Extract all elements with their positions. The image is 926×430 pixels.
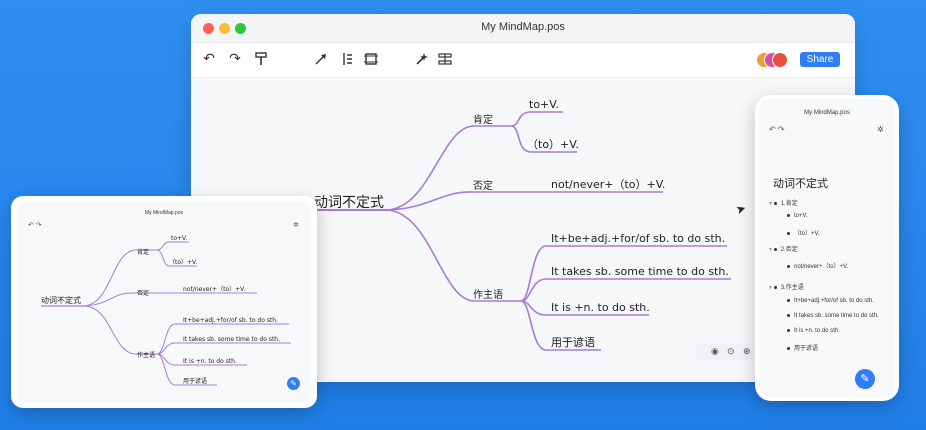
branch-connector bbox=[387, 125, 511, 211]
window-title: My MindMap.pos bbox=[481, 21, 565, 33]
outline-icon[interactable] bbox=[437, 51, 453, 67]
leaf-topic[interactable]: It takes sb. some time to do sth. bbox=[183, 336, 280, 343]
branch-topic[interactable]: 否定 bbox=[473, 179, 493, 192]
phone-screen: My MindMap.pos ↶ ↷ ✲ 动词不定式 ▾ 1.肯定 to+V. … bbox=[759, 99, 895, 397]
phone-device: My MindMap.pos ↶ ↷ ✲ 动词不定式 ▾ 1.肯定 to+V. … bbox=[755, 95, 899, 401]
leaf-topic[interactable]: not/never+（to）+V. bbox=[183, 286, 245, 293]
leaf-topic[interactable]: It+be+adj.+for/of sb. to do sth. bbox=[183, 317, 278, 324]
outline-root[interactable]: 动词不定式 bbox=[773, 175, 828, 191]
leaf-topic[interactable]: （to）+V. bbox=[527, 138, 579, 151]
zoom-icon[interactable]: ⊕ bbox=[743, 346, 751, 357]
outline-item[interactable]: not/never+（to）+V. bbox=[787, 261, 848, 270]
frame-icon[interactable] bbox=[363, 51, 379, 67]
outline-item[interactable]: It takes sb. some time to do sth. bbox=[787, 313, 879, 319]
outline-item[interactable]: （to）+V. bbox=[787, 228, 820, 237]
outline-item[interactable]: to+V. bbox=[787, 213, 808, 219]
leaf-topic[interactable]: It is +n. to do sth. bbox=[183, 358, 237, 365]
edit-button[interactable]: ✎ bbox=[855, 369, 875, 389]
leaf-topic[interactable]: to+V. bbox=[171, 235, 187, 242]
branch-connector bbox=[387, 209, 521, 302]
toolbar: ↶ ↷ Share bbox=[191, 43, 855, 78]
pointer-icon[interactable] bbox=[313, 51, 329, 67]
edit-button[interactable]: ✎ bbox=[287, 377, 300, 390]
eye-icon[interactable]: ◉ bbox=[711, 346, 719, 357]
leaf-topic[interactable]: 用于谚语 bbox=[551, 335, 595, 349]
branch-topic[interactable]: 肯定 bbox=[137, 248, 149, 256]
tablet-device: My MindMap.pos ↶ ↷ ✲ 动词不定式 肯定 否定 作主语 to+… bbox=[11, 196, 317, 408]
avatar bbox=[772, 52, 788, 68]
outline-item[interactable]: ▾ 3.作主语 bbox=[769, 282, 804, 291]
outline-item[interactable]: ▾ 2.否定 bbox=[769, 244, 798, 253]
undo-icon[interactable]: ↶ ↷ bbox=[769, 125, 785, 134]
root-topic[interactable]: 动词不定式 bbox=[314, 195, 384, 211]
collaborator-avatars[interactable] bbox=[756, 52, 790, 68]
leaf-topic[interactable]: It takes sb. some time to do sth. bbox=[551, 265, 729, 278]
share-button[interactable]: Share bbox=[800, 52, 840, 67]
branch-connector bbox=[510, 111, 563, 127]
outline-item[interactable]: ▾ 1.肯定 bbox=[769, 198, 798, 207]
leaf-topic[interactable]: It+be+adj.+for/of sb. to do sth. bbox=[551, 232, 725, 245]
title-bar: My MindMap.pos bbox=[191, 14, 855, 43]
outline-item[interactable]: It+be+adj.+for/of sb. to do sth. bbox=[787, 298, 874, 304]
phone-title: My MindMap.pos bbox=[804, 110, 850, 116]
tablet-screen: My MindMap.pos ↶ ↷ ✲ 动词不定式 肯定 否定 作主语 to+… bbox=[17, 202, 311, 402]
undo-icon[interactable]: ↶ bbox=[201, 51, 217, 67]
magic-wand-icon[interactable] bbox=[413, 51, 429, 67]
format-painter-icon[interactable] bbox=[253, 51, 269, 67]
target-icon[interactable]: ⊙ bbox=[727, 346, 735, 357]
zoom-controls: ◉ ⊙ ⊕ bbox=[695, 344, 753, 360]
branch-topic[interactable]: 作主语 bbox=[473, 289, 503, 301]
branch-topic[interactable]: 肯定 bbox=[473, 113, 493, 126]
magic-wand-icon[interactable]: ✲ bbox=[877, 125, 884, 134]
leaf-topic[interactable]: 用于谚语 bbox=[183, 377, 207, 385]
redo-icon[interactable]: ↷ bbox=[227, 51, 243, 67]
layout-icon[interactable] bbox=[339, 51, 355, 67]
leaf-topic[interactable]: to+V. bbox=[529, 98, 559, 111]
branch-connector bbox=[520, 278, 731, 302]
outline-item[interactable]: 用于谚语 bbox=[787, 343, 818, 352]
leaf-topic[interactable]: （to）+V. bbox=[169, 259, 197, 266]
branch-topic[interactable]: 否定 bbox=[137, 289, 149, 297]
root-topic[interactable]: 动词不定式 bbox=[41, 295, 81, 305]
leaf-topic[interactable]: not/never+（to）+V. bbox=[551, 178, 665, 191]
branch-topic[interactable]: 作主语 bbox=[137, 351, 155, 359]
outline-item[interactable]: It is +n. to do sth. bbox=[787, 328, 840, 334]
branch-connector bbox=[387, 191, 511, 211]
leaf-topic[interactable]: It is +n. to do sth. bbox=[551, 301, 650, 314]
